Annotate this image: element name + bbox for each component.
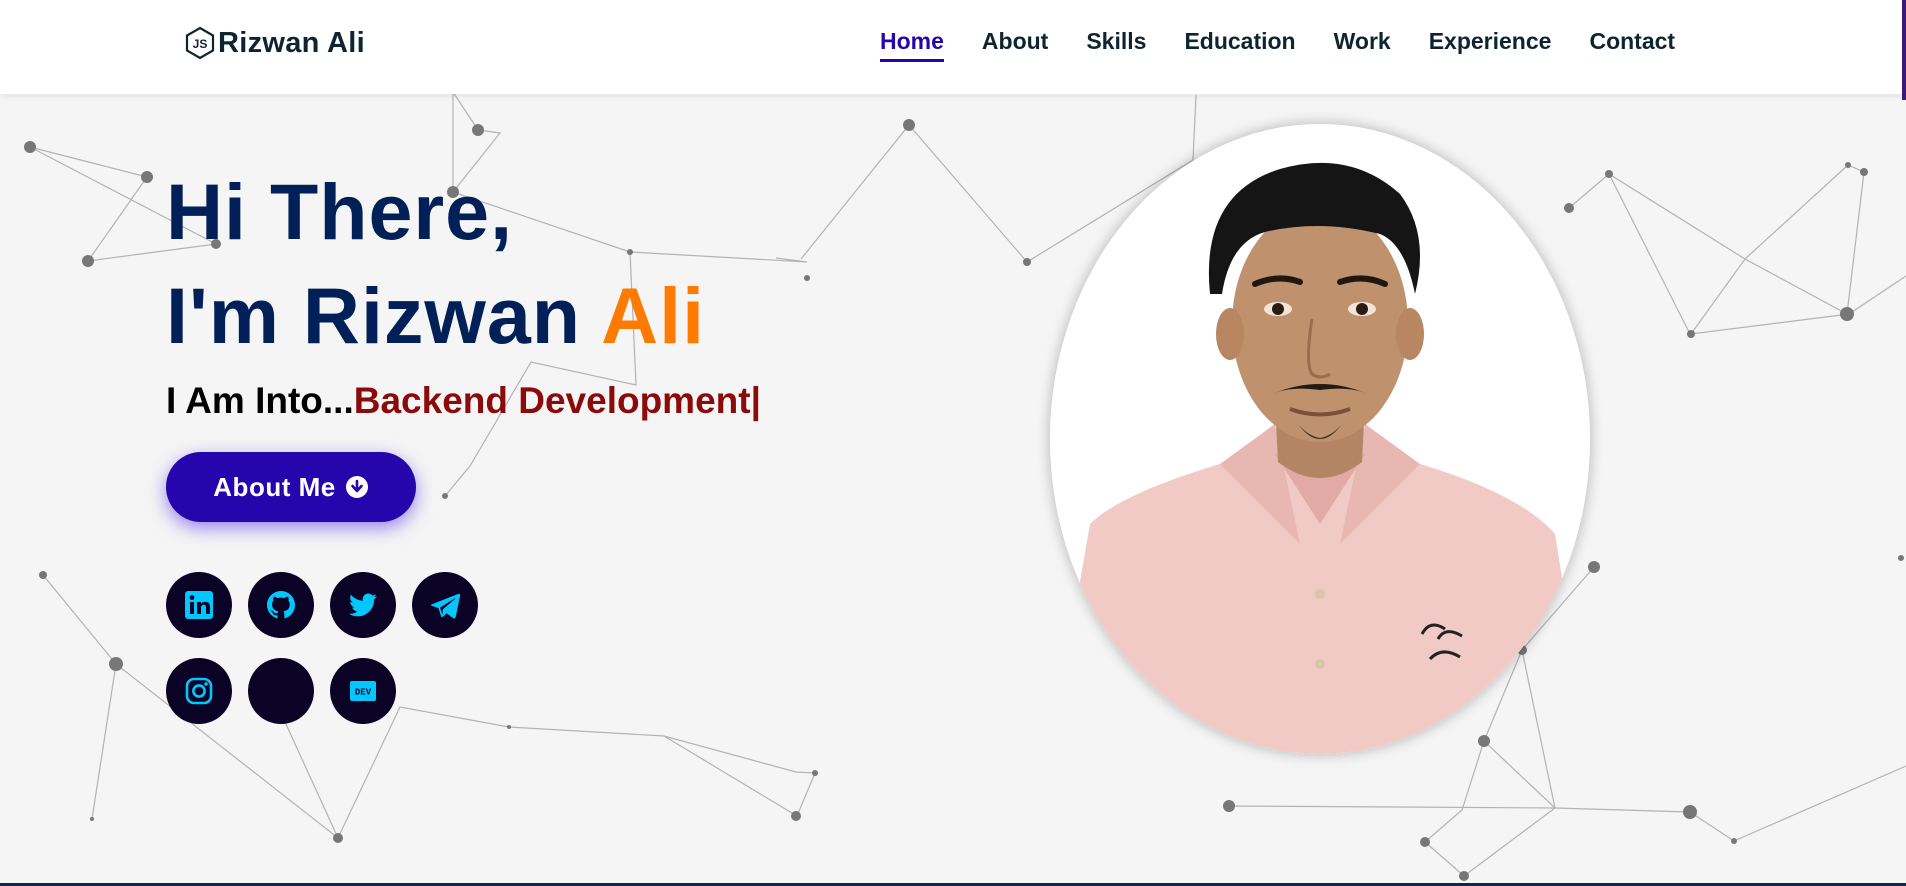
telegram-icon: [431, 593, 461, 619]
blank-social-link[interactable]: [248, 658, 314, 724]
linkedin-link[interactable]: [166, 572, 232, 638]
js-hexagon-icon: JS: [185, 26, 215, 60]
arrow-circle-down-icon: [345, 476, 368, 498]
brand-logo[interactable]: JS Rizwan Ali: [184, 26, 365, 60]
about-me-label: About Me: [213, 471, 336, 502]
greeting-name-accent: Ali: [601, 271, 706, 360]
nav-experience[interactable]: Experience: [1429, 28, 1552, 62]
svg-text:JS: JS: [193, 37, 208, 51]
nav-about[interactable]: About: [982, 28, 1048, 62]
greeting-line-1: Hi There,: [166, 167, 514, 256]
github-link[interactable]: [248, 572, 314, 638]
github-icon: [267, 591, 295, 619]
nav-home[interactable]: Home: [880, 28, 944, 62]
nav-skills[interactable]: Skills: [1086, 28, 1146, 62]
greeting-line-2: I'm Rizwan Ali: [166, 264, 761, 368]
twitter-icon: [349, 593, 377, 617]
dev-icon-label: DEV: [355, 688, 372, 698]
particle-network-background: [24, 91, 1906, 881]
twitter-link[interactable]: [330, 572, 396, 638]
main-nav: Home About Skills Education Work Experie…: [880, 28, 1713, 62]
brand-name: Rizwan Ali: [218, 26, 365, 59]
scrollbar-accent: [1902, 0, 1906, 100]
instagram-link[interactable]: [166, 658, 232, 724]
typed-prefix: I Am Into...: [166, 380, 354, 421]
profile-photo: [1050, 124, 1590, 754]
top-navbar: JS Rizwan Ali Home About Skills Educatio…: [0, 0, 1906, 94]
instagram-icon: [185, 677, 213, 705]
about-me-button[interactable]: About Me: [166, 452, 416, 522]
dev-link[interactable]: DEV: [330, 658, 396, 724]
typed-text: I Am Into...Backend Development|: [166, 380, 761, 422]
telegram-link[interactable]: [412, 572, 478, 638]
nav-contact[interactable]: Contact: [1589, 28, 1675, 62]
hero-section: Hi There, I'm Rizwan Ali I Am Into...Bac…: [166, 160, 761, 422]
typed-role: Backend Development|: [353, 380, 761, 421]
profile-portrait-image: [1050, 124, 1590, 754]
hero-greeting: Hi There, I'm Rizwan Ali: [166, 160, 761, 368]
nav-education[interactable]: Education: [1184, 28, 1295, 62]
nav-work[interactable]: Work: [1334, 28, 1391, 62]
dev-icon: DEV: [350, 681, 376, 701]
linkedin-icon: [185, 591, 213, 619]
greeting-name: I'm Rizwan: [166, 271, 602, 360]
